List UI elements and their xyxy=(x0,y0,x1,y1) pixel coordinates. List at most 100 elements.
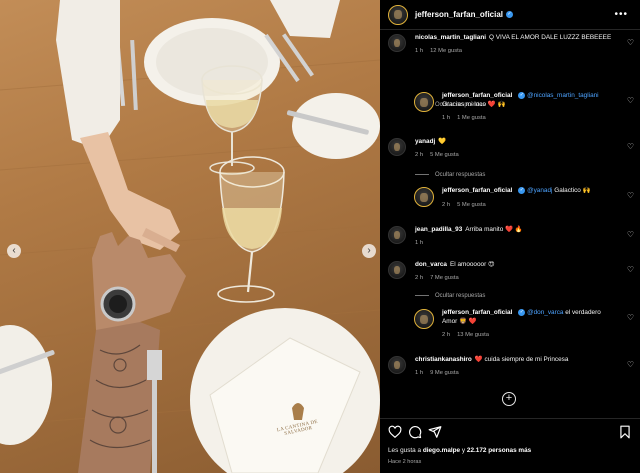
comment-text: Arriba manito ❤️ 🔥 xyxy=(465,226,523,233)
comment-meta: 2 h 7 Me gusta xyxy=(415,274,614,282)
comment-text: Gracias mi loco ❤️ 🙌 xyxy=(442,100,506,108)
comment-likes[interactable]: 12 Me gusta xyxy=(430,48,462,54)
tattooed-arm xyxy=(78,318,160,473)
comment-time[interactable]: 2 h xyxy=(442,332,450,338)
heart-icon[interactable]: ♡ xyxy=(627,38,634,47)
heart-icon[interactable]: ♡ xyxy=(627,313,634,322)
hide-replies-label[interactable]: Ocultar respuestas xyxy=(435,172,485,178)
commenter-avatar[interactable] xyxy=(414,92,434,112)
divider-line xyxy=(415,173,429,175)
comment-time[interactable]: 1 h xyxy=(415,48,423,54)
comments-panel: jefferson_farfan_oficial ✓ ••• nicolas_ma… xyxy=(380,0,640,473)
commenter-avatar[interactable] xyxy=(388,138,406,156)
comment-mention[interactable]: @yanadj xyxy=(527,187,552,194)
comment-icon[interactable] xyxy=(408,425,422,439)
comment-meta: 2 h 5 Me gusta xyxy=(415,151,614,159)
comment-likes[interactable]: 1 Me gusta xyxy=(457,115,486,121)
heart-icon[interactable]: ♡ xyxy=(627,360,634,369)
heart-icon[interactable]: ♡ xyxy=(627,96,634,105)
comment-meta: 2 h 5 Me gusta xyxy=(442,201,614,209)
comment-body: nicolas_martin_tagliani Q VIVA EL AMOR DA… xyxy=(415,34,614,56)
bookmark-icon[interactable] xyxy=(618,425,632,439)
verified-icon: ✓ xyxy=(518,92,526,99)
comment-text: Q VIVA EL AMOR DALE LUZZZ BEBEEEE xyxy=(489,34,612,41)
comment-meta: 2 h 13 Me gusta xyxy=(442,331,614,339)
comment-username[interactable]: jefferson_farfan_oficial xyxy=(442,187,512,194)
likes-summary: Les gusta a diego.malpe y 22.172 persona… xyxy=(388,447,531,454)
comment-time[interactable]: 2 h xyxy=(415,152,423,158)
comment-body: christiankanashiro ❤️ cuida siempre de mi… xyxy=(415,356,614,378)
comment-body: don_varca El amooooor 😍 2 h 7 Me gusta xyxy=(415,261,614,283)
comment-likes[interactable]: 9 Me gusta xyxy=(430,370,459,376)
comment-time[interactable]: 2 h xyxy=(442,202,450,208)
commenter-avatar[interactable] xyxy=(414,309,434,329)
comment-username[interactable]: yanadj xyxy=(415,138,435,145)
commenter-avatar[interactable] xyxy=(388,226,406,244)
post-photo[interactable]: LA CANTINA DE SALVADOR ‹ › xyxy=(0,0,380,473)
hide-replies-button[interactable]: Ocultar respuestas xyxy=(415,172,485,178)
comment-likes[interactable]: 13 Me gusta xyxy=(457,332,489,338)
author-avatar[interactable] xyxy=(388,4,408,25)
comment-text: El amooooor 😍 xyxy=(449,261,495,268)
heart-icon[interactable]: ♡ xyxy=(627,142,634,151)
more-icon[interactable]: ••• xyxy=(614,9,628,20)
comment-mention[interactable]: @don_varca xyxy=(527,309,563,316)
comment-body: jefferson_farfan_oficial ✓ @nicolas_marti… xyxy=(442,92,614,122)
comment-text: 💛 xyxy=(438,138,447,145)
likes-prefix: Les gusta a xyxy=(388,447,422,454)
commenter-avatar[interactable] xyxy=(388,356,406,374)
comment-list: nicolas_martin_tagliani Q VIVA EL AMOR DA… xyxy=(380,30,640,415)
post-header: jefferson_farfan_oficial ✓ ••• xyxy=(380,0,640,30)
hide-replies-label[interactable]: Ocultar respuestas xyxy=(435,293,485,299)
verified-icon: ✓ xyxy=(506,11,514,19)
liked-by-user[interactable]: diego.malpe xyxy=(423,447,460,454)
likes-count[interactable]: 22.172 personas más xyxy=(467,447,531,454)
verified-icon: ✓ xyxy=(518,187,526,194)
comment-time[interactable]: 1 h xyxy=(442,115,450,121)
next-photo-button[interactable]: › xyxy=(362,244,376,258)
post-viewer: LA CANTINA DE SALVADOR ‹ › jefferson_far… xyxy=(0,0,640,473)
comment-time[interactable]: 1 h xyxy=(415,240,423,246)
post-actions: Les gusta a diego.malpe y 22.172 persona… xyxy=(380,418,640,473)
author-username[interactable]: jefferson_farfan_oficial ✓ xyxy=(415,10,514,19)
add-circle-icon[interactable]: + xyxy=(502,392,516,406)
comment-meta: 1 h 9 Me gusta xyxy=(415,369,614,377)
comment-body: jefferson_farfan_oficial ✓ @yanadj Galact… xyxy=(442,187,614,209)
comment-time[interactable]: 2 h xyxy=(415,275,423,281)
comment-time[interactable]: 1 h xyxy=(415,370,423,376)
heart-icon[interactable]: ♡ xyxy=(627,230,634,239)
commenter-avatar[interactable] xyxy=(388,261,406,279)
comment-username[interactable]: nicolas_martin_tagliani xyxy=(415,34,486,41)
author-username-text[interactable]: jefferson_farfan_oficial xyxy=(415,10,503,19)
comment-username[interactable]: christiankanashiro xyxy=(415,356,472,363)
comment-meta: 1 h 12 Me gusta xyxy=(415,47,614,55)
post-timestamp[interactable]: Hace 2 horas xyxy=(388,459,421,465)
comment-username[interactable]: jean_padilla_93 xyxy=(415,226,462,233)
heart-icon[interactable]: ♡ xyxy=(627,191,634,200)
previous-photo-button[interactable]: ‹ xyxy=(7,244,21,258)
comment-body: jefferson_farfan_oficial ✓ @don_varca el … xyxy=(442,309,614,339)
comment-username[interactable]: jefferson_farfan_oficial xyxy=(442,309,512,316)
commenter-avatar[interactable] xyxy=(388,34,406,52)
comment-likes[interactable]: 5 Me gusta xyxy=(457,202,486,208)
divider-line xyxy=(415,294,429,296)
comment-body: jean_padilla_93 Arriba manito ❤️ 🔥 1 h xyxy=(415,226,614,248)
comment-likes[interactable]: 7 Me gusta xyxy=(430,275,459,281)
share-icon[interactable] xyxy=(428,425,442,439)
commenter-avatar[interactable] xyxy=(414,187,434,207)
comment-text: Galactico 🙌 xyxy=(554,187,591,195)
comment-meta: 1 h xyxy=(415,239,614,247)
verified-icon: ✓ xyxy=(518,309,526,316)
heart-icon[interactable]: ♡ xyxy=(627,265,634,274)
hide-replies-button[interactable]: Ocultar respuestas xyxy=(415,293,485,299)
likes-conjunction: y xyxy=(461,447,466,454)
comment-mention[interactable]: @nicolas_martin_tagliani xyxy=(527,92,599,99)
comment-username[interactable]: don_varca xyxy=(415,261,447,268)
comment-likes[interactable]: 5 Me gusta xyxy=(430,152,459,158)
white-sleeve xyxy=(56,0,120,150)
woman-hand xyxy=(80,132,180,250)
photo-illustration xyxy=(0,0,380,473)
heart-icon[interactable] xyxy=(388,425,402,439)
comment-meta: 1 h 1 Me gusta xyxy=(442,114,614,122)
comment-username[interactable]: jefferson_farfan_oficial xyxy=(442,92,512,99)
